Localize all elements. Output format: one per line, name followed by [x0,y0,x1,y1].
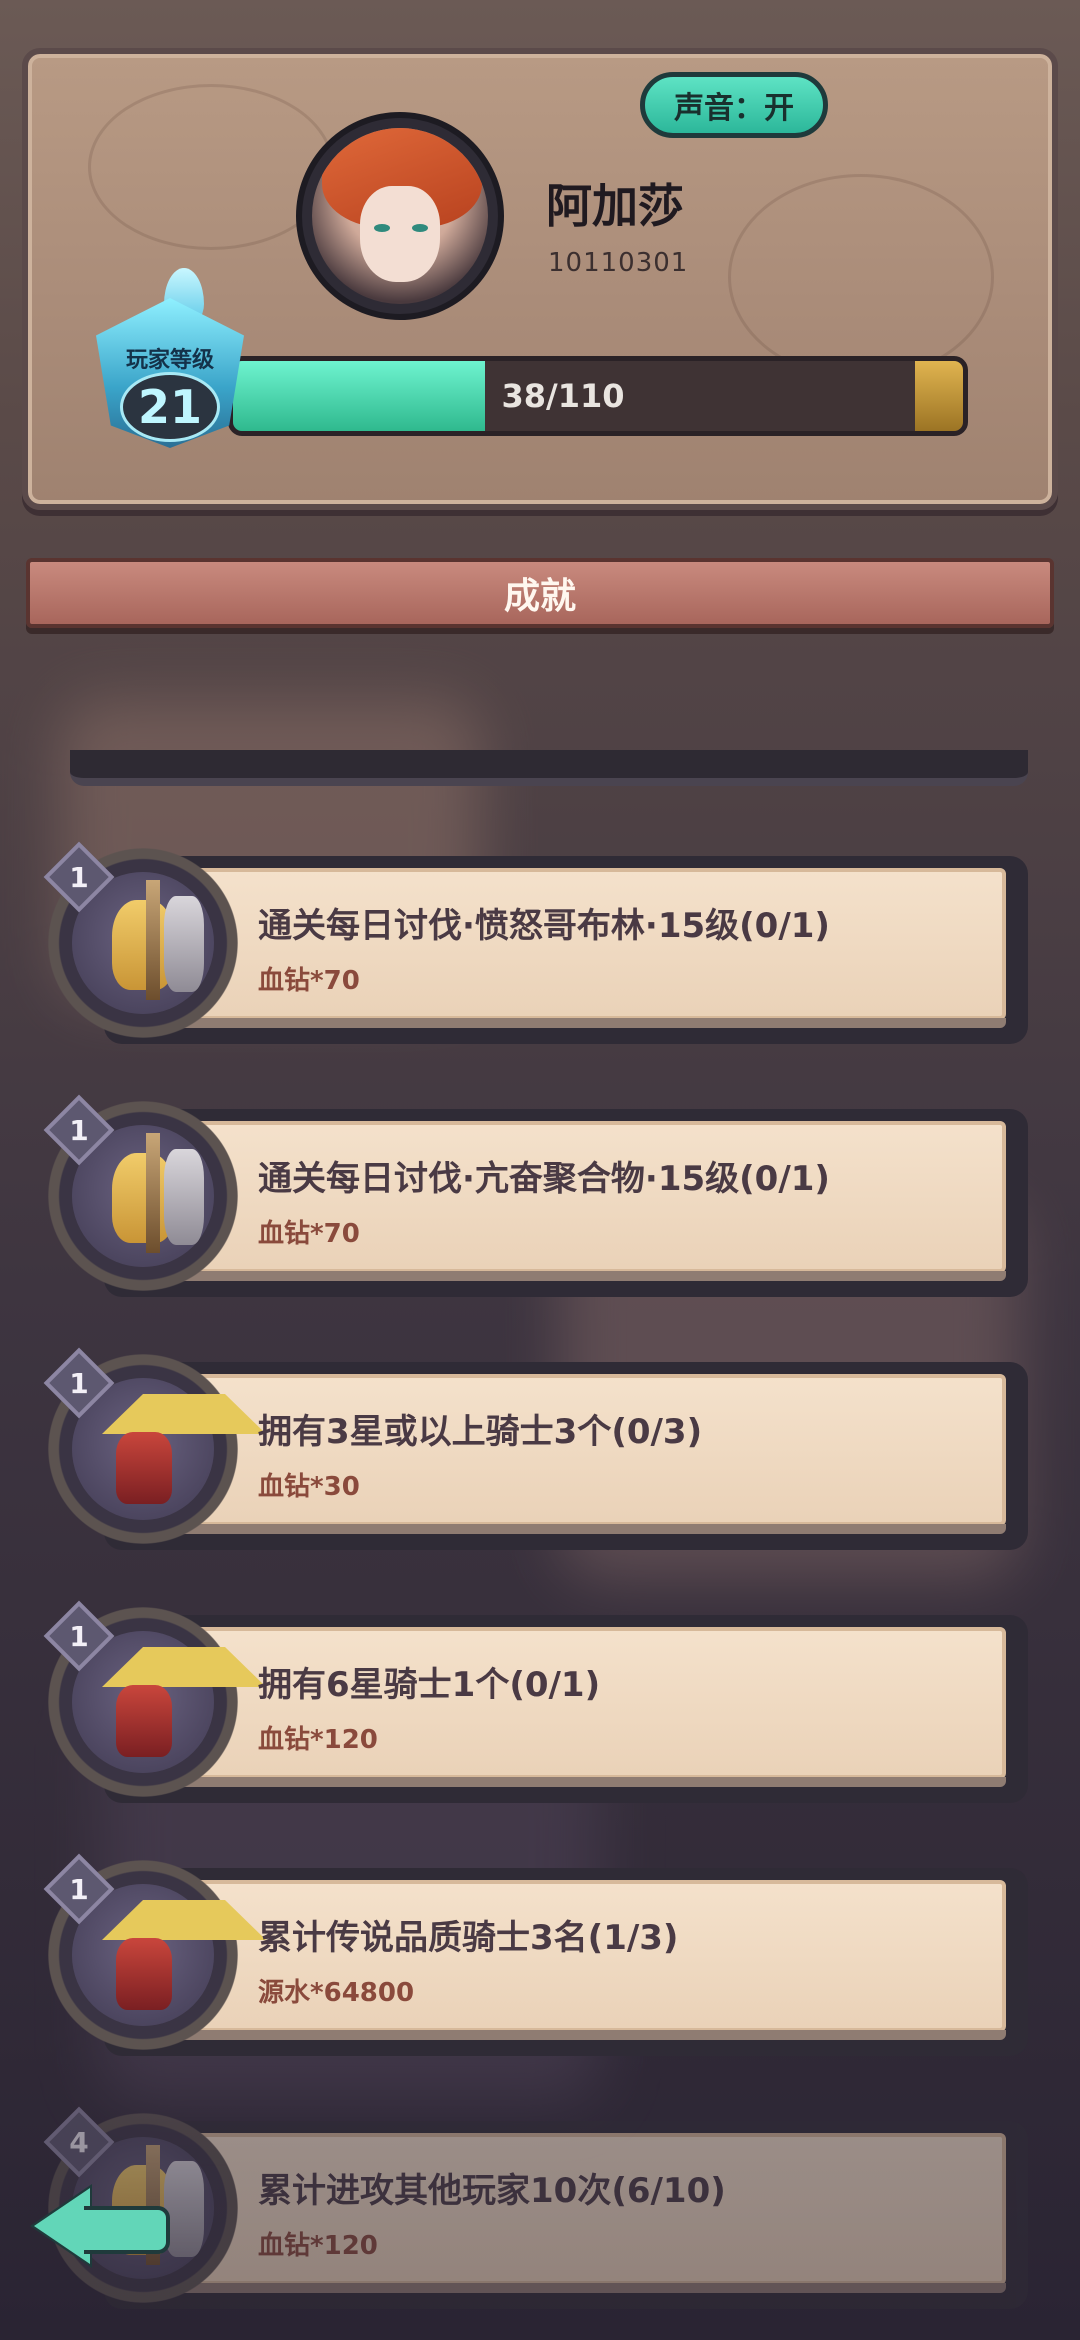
xp-bar-cap-icon [915,361,963,431]
wolf-portrait-icon [164,896,204,992]
avatar-face [360,186,440,282]
achievement-rank: 1 [69,1872,89,1906]
player-level-badge: 玩家等级 21 [86,268,254,458]
achievement-title: 拥有3星或以上骑士3个(0/3) [258,1412,703,1452]
achievement-reward: 血钻*70 [258,1219,360,1249]
achievement-card-edge [120,1018,1006,1028]
achievement-rank: 1 [69,860,89,894]
avatar-eye [412,224,428,232]
achievement-item[interactable]: 4 累计进攻其他玩家10次(6/10) 血钻*120 [43,2106,1030,2311]
back-arrow-body [84,2206,170,2254]
achievement-item[interactable]: 1 拥有3星或以上骑士3个(0/3) 血钻*30 [43,1347,1030,1552]
achievement-reward: 血钻*120 [258,2231,378,2261]
achievement-item[interactable]: 1 累计传说品质骑士3名(1/3) 源水*64800 [43,1853,1030,2058]
achievement-reward: 源水*64800 [258,1978,415,2008]
achievement-card-edge [120,1271,1006,1281]
achievement-item[interactable]: 1 拥有6星骑士1个(0/1) 血钻*120 [43,1600,1030,1805]
sword-icon [146,880,160,1000]
back-arrow-icon [34,2188,90,2264]
achievement-item[interactable]: 1 通关每日讨伐·愤怒哥布林·15级(0/1) 血钻*70 [43,841,1030,1046]
xp-text: 38/110 [501,377,625,415]
section-title: 成就 [26,558,1054,628]
achievement-title: 拥有6星骑士1个(0/1) [258,1665,601,1705]
avatar-eye [374,224,390,232]
map-decoration [728,174,994,380]
achievement-card-edge [120,2283,1006,2293]
achievement-rank: 1 [69,1113,89,1147]
hat-icon [102,1394,266,1434]
achievement-title: 累计进攻其他玩家10次(6/10) [258,2171,726,2211]
wolf-portrait-icon [164,1149,204,1245]
knight-portrait-icon [116,1432,172,1504]
sound-toggle-button[interactable]: 声音：开 [640,72,828,138]
achievement-title: 累计传说品质骑士3名(1/3) [258,1918,679,1958]
hat-icon [102,1647,266,1687]
achievement-title: 通关每日讨伐·亢奋聚合物·15级(0/1) [258,1159,830,1199]
back-button[interactable] [30,2170,174,2280]
list-item-partial [70,750,1028,786]
achievement-item[interactable]: 1 通关每日讨伐·亢奋聚合物·15级(0/1) 血钻*70 [43,1094,1030,1299]
achievement-rank: 4 [69,2125,89,2159]
sword-icon [146,1133,160,1253]
achievement-rank: 1 [69,1366,89,1400]
hat-icon [102,1900,266,1940]
level-number: 21 [120,372,220,442]
avatar-portrait [312,128,488,304]
xp-progress-bar: 38/110 [228,356,968,436]
achievement-card-edge [120,1777,1006,1787]
achievement-card-edge [120,1524,1006,1534]
achievement-reward: 血钻*30 [258,1472,360,1502]
knight-portrait-icon [116,1938,172,2010]
achievement-rank: 1 [69,1619,89,1653]
player-name: 阿加莎 [546,179,684,233]
avatar[interactable] [296,112,504,320]
player-id: 10110301 [548,248,689,278]
achievement-reward: 血钻*120 [258,1725,378,1755]
achievement-reward: 血钻*70 [258,966,360,996]
achievement-card-edge [120,2030,1006,2040]
level-label: 玩家等级 [125,348,214,373]
achievement-title: 通关每日讨伐·愤怒哥布林·15级(0/1) [258,906,830,946]
achievement-list[interactable]: 1 通关每日讨伐·愤怒哥布林·15级(0/1) 血钻*70 1 通关每日讨伐·亢奋聚合物… [0,750,1080,2340]
knight-portrait-icon [116,1685,172,1757]
